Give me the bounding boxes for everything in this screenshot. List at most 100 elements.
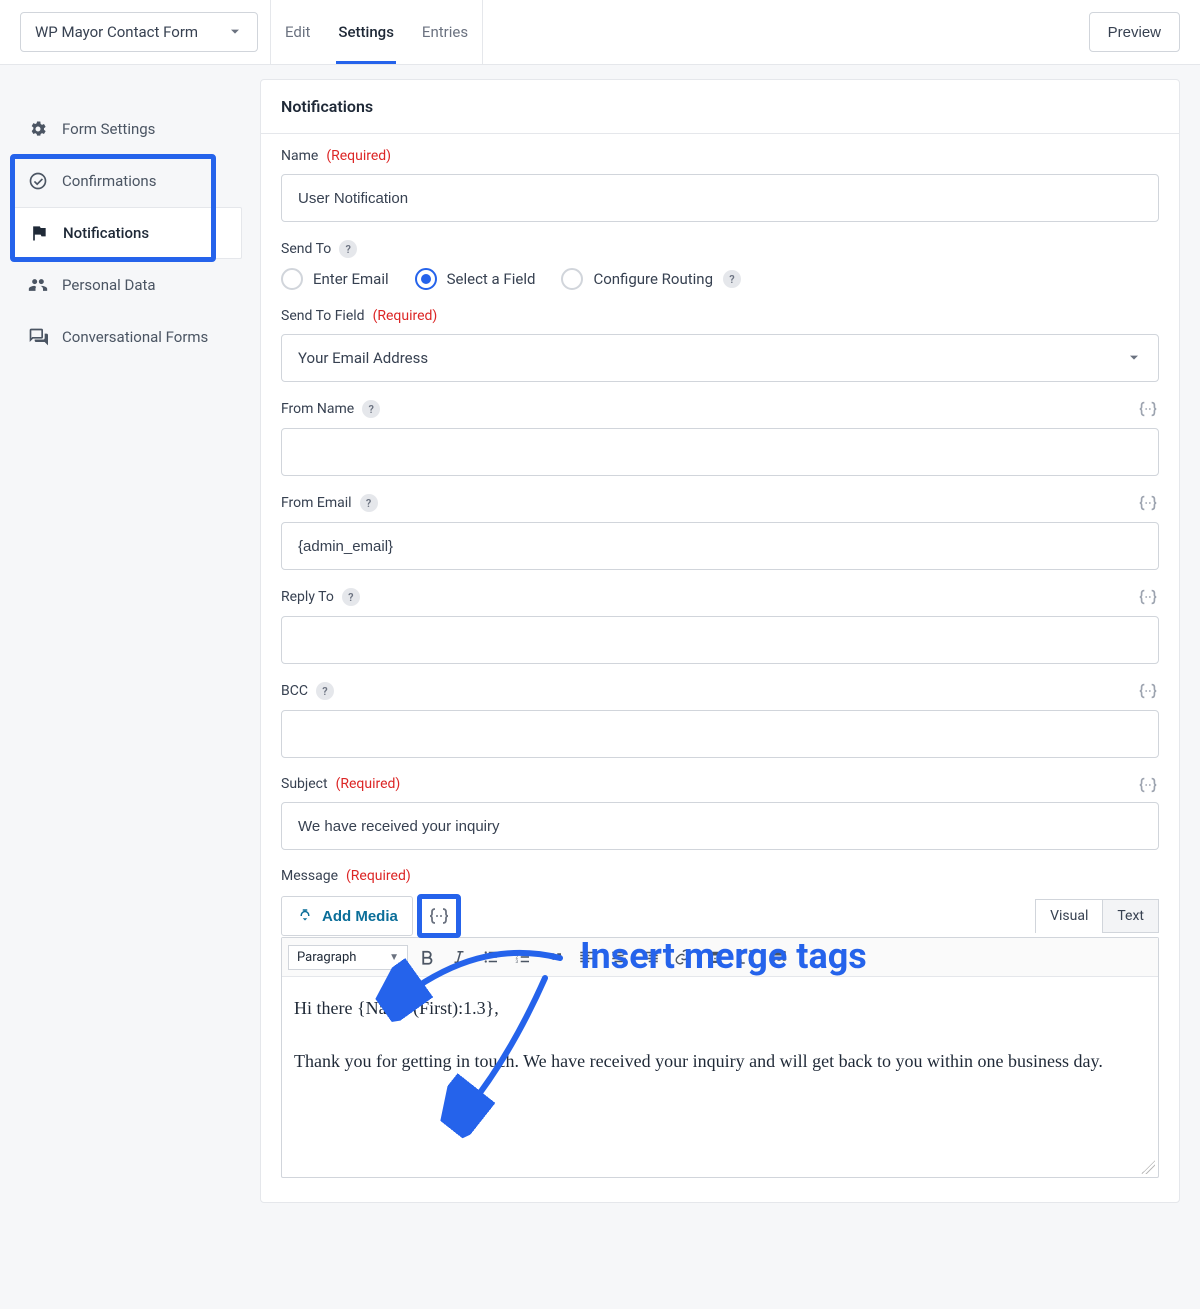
media-icon — [296, 907, 314, 925]
read-more-button[interactable] — [702, 944, 728, 970]
message-toolbar-row: Add Media Visual Text — [281, 894, 1159, 938]
merge-tag-button[interactable] — [1137, 680, 1159, 700]
message-line1: Hi there {Name (First):1.3}, — [294, 993, 1146, 1024]
sidebar-item-confirmations[interactable]: Confirmations — [12, 155, 242, 207]
tab-edit[interactable]: Edit — [271, 0, 324, 64]
merge-tag-icon — [427, 904, 451, 928]
field-reply-to: Reply To ? — [281, 588, 1159, 664]
sidebar-item-form-settings[interactable]: Form Settings — [12, 103, 242, 155]
form-name: WP Mayor Contact Form — [35, 23, 198, 41]
align-right-button[interactable] — [638, 944, 664, 970]
align-left-button[interactable] — [574, 944, 600, 970]
merge-tag-button[interactable] — [1137, 492, 1159, 512]
chevron-down-icon — [1126, 350, 1142, 366]
help-icon[interactable]: ? — [342, 588, 360, 606]
numbered-list-button[interactable]: 123 — [510, 944, 536, 970]
editor-toolbar: Paragraph ▼ 123 — [282, 938, 1158, 977]
name-input[interactable] — [281, 174, 1159, 222]
subject-input[interactable] — [281, 802, 1159, 850]
reply-to-input[interactable] — [281, 616, 1159, 664]
reply-to-label: Reply To — [281, 589, 334, 605]
paragraph-select[interactable]: Paragraph ▼ — [288, 945, 408, 970]
required-marker: (Required) — [346, 868, 411, 884]
settings-panel: Notifications Name (Required) Send To ? — [260, 79, 1180, 1203]
bcc-label: BCC — [281, 683, 308, 699]
editor-tab-text[interactable]: Text — [1103, 899, 1159, 933]
body: Form Settings Confirmations Notification… — [0, 65, 1200, 1243]
link-button[interactable] — [670, 944, 696, 970]
radio-select-field[interactable]: Select a Field — [415, 268, 536, 290]
merge-tag-icon — [1137, 586, 1159, 608]
merge-tag-button[interactable] — [1137, 586, 1159, 606]
sidebar-item-label: Conversational Forms — [62, 328, 208, 346]
help-icon[interactable]: ? — [360, 494, 378, 512]
field-send-to-field: Send To Field (Required) Your Email Addr… — [281, 308, 1159, 382]
editor-tab-visual[interactable]: Visual — [1035, 899, 1103, 933]
people-icon — [28, 275, 48, 295]
field-from-email: From Email ? — [281, 494, 1159, 570]
message-merge-tag-button[interactable] — [417, 894, 461, 938]
italic-button[interactable] — [446, 944, 472, 970]
gear-icon — [28, 119, 48, 139]
radio-enter-email[interactable]: Enter Email — [281, 268, 389, 290]
send-to-label: Send To — [281, 241, 331, 257]
sidebar-item-conversational-forms[interactable]: Conversational Forms — [12, 311, 242, 363]
sidebar-item-personal-data[interactable]: Personal Data — [12, 259, 242, 311]
blockquote-button[interactable] — [542, 944, 568, 970]
field-subject: Subject (Required) — [281, 776, 1159, 850]
toolbar-toggle-button[interactable] — [766, 944, 792, 970]
sidebar-item-label: Confirmations — [62, 172, 156, 190]
chat-icon — [28, 327, 48, 347]
message-content[interactable]: Hi there {Name (First):1.3}, Thank you f… — [282, 977, 1158, 1177]
radio-icon — [281, 268, 303, 290]
tab-entries[interactable]: Entries — [408, 0, 482, 64]
subject-label: Subject — [281, 776, 328, 792]
bcc-input[interactable] — [281, 710, 1159, 758]
sidebar-item-notifications[interactable]: Notifications — [12, 207, 242, 259]
svg-text:3: 3 — [516, 959, 519, 965]
from-email-input[interactable] — [281, 522, 1159, 570]
chevron-down-icon — [227, 24, 243, 40]
bullet-list-button[interactable] — [478, 944, 504, 970]
sidebar-item-label: Notifications — [63, 224, 149, 242]
radio-configure-routing[interactable]: Configure Routing ? — [561, 268, 741, 290]
merge-tag-icon — [1137, 398, 1159, 420]
message-line2: Thank you for getting in touch. We have … — [294, 1046, 1146, 1077]
radio-icon — [415, 268, 437, 290]
send-to-field-select[interactable]: Your Email Address — [281, 334, 1159, 382]
caret-down-icon: ▼ — [389, 952, 399, 963]
help-icon[interactable]: ? — [723, 270, 741, 288]
required-marker: (Required) — [326, 148, 391, 164]
merge-tag-button[interactable] — [1137, 774, 1159, 794]
from-name-label: From Name — [281, 401, 354, 417]
resize-grip-icon[interactable] — [1141, 1160, 1155, 1174]
align-center-button[interactable] — [606, 944, 632, 970]
field-name: Name (Required) — [281, 148, 1159, 222]
main-tabs: Edit Settings Entries — [270, 0, 483, 64]
bold-button[interactable] — [414, 944, 440, 970]
field-message: Message (Required) — [281, 868, 1159, 884]
from-name-input[interactable] — [281, 428, 1159, 476]
merge-tag-icon — [1137, 680, 1159, 702]
flag-icon — [29, 223, 49, 243]
fullscreen-button[interactable] — [734, 944, 760, 970]
help-icon[interactable]: ? — [362, 400, 380, 418]
tab-settings[interactable]: Settings — [324, 0, 408, 64]
name-label: Name — [281, 148, 318, 164]
message-editor: Paragraph ▼ 123 Hi — [281, 937, 1159, 1178]
merge-tag-button[interactable] — [1137, 398, 1159, 418]
help-icon[interactable]: ? — [316, 682, 334, 700]
sidebar-item-label: Personal Data — [62, 276, 156, 294]
sidebar: Form Settings Confirmations Notification… — [12, 79, 242, 1203]
topbar: WP Mayor Contact Form Edit Settings Entr… — [0, 0, 1200, 65]
form-selector[interactable]: WP Mayor Contact Form — [20, 12, 258, 52]
from-email-label: From Email — [281, 495, 352, 511]
send-to-field-label: Send To Field — [281, 308, 365, 324]
add-media-button[interactable]: Add Media — [281, 896, 413, 936]
help-icon[interactable]: ? — [339, 240, 357, 258]
merge-tag-icon — [1137, 492, 1159, 514]
required-marker: (Required) — [336, 776, 401, 792]
sidebar-item-label: Form Settings — [62, 120, 155, 138]
preview-button[interactable]: Preview — [1089, 12, 1180, 52]
message-label: Message — [281, 868, 338, 884]
